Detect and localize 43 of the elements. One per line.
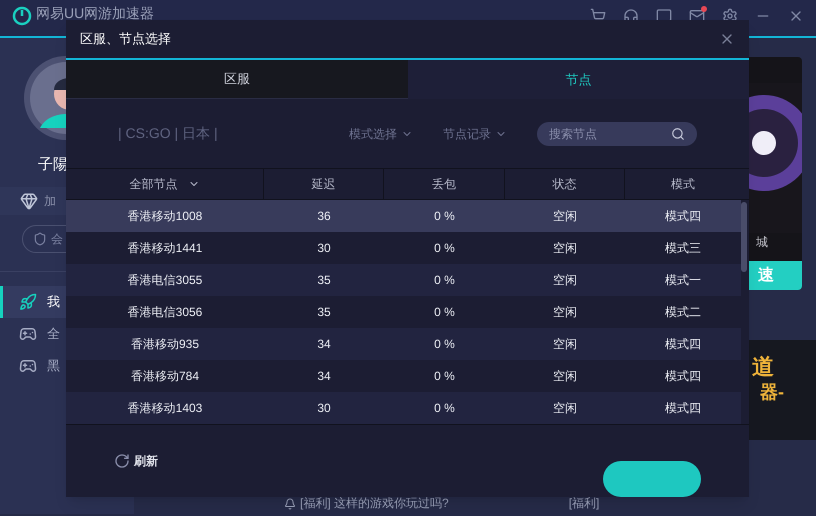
table-cell-text: 空闲 [553,336,577,353]
table-cell-text: 模式四 [665,368,701,385]
table-cell-text: 模式一 [665,272,701,289]
table-cell-text: 空闲 [553,368,577,385]
dialog-title: 区服、节点选择 [80,30,171,48]
table-cell-text: 30 [317,240,331,257]
banner-text: 道 [752,354,774,380]
table-cell-text: 0 % [434,208,455,225]
table-cell-text: 空闲 [553,208,577,225]
table-cell-text: 模式四 [665,336,701,353]
vip-label: 加 [44,192,56,210]
table-cell-text: 空闲 [553,240,577,257]
table-cell-text: 香港移动784 [130,368,200,385]
table-cell-text: 30 [317,400,331,417]
table-cell-text: 35 [317,304,331,321]
table-cell-text: 模式四 [665,208,701,225]
table-cell-text: 0 % [434,368,455,385]
breadcrumb: | CS:GO | 日本 | [118,124,218,144]
table-cell-text: 空闲 [553,304,577,321]
table-cell-text: 36 [317,208,331,225]
app-title: 网易UU网游加速器 [36,6,154,20]
user-name: 子陽 [37,155,69,175]
table-cell-text: 香港移动1403 [128,400,202,417]
table-cell-text: 34 [317,368,331,385]
table-cell-text: 模式二 [665,304,701,321]
table-cell-text: 0 % [434,400,455,417]
table-cell-text: 香港移动1441 [128,240,202,257]
table-cell-text: 0 % [434,272,455,289]
table-cell-text: 香港电信3056 [128,304,202,321]
table-cell-text: 模式四 [665,400,701,417]
banner-text: 器- [760,381,784,404]
table-cell-text: 35 [317,272,331,289]
table-cell-text: 0 % [434,304,455,321]
table-cell-text: 空闲 [553,272,577,289]
table-cell-text: 34 [317,336,331,353]
table-cell-text: 香港电信3055 [128,272,202,289]
table-cell-text: 模式三 [665,240,701,257]
table-cell-text: 0 % [434,336,455,353]
table-cell-text: 空闲 [553,400,577,417]
table-cell-text: 香港移动935 [130,336,200,353]
table-cell-text: 0 % [434,240,455,257]
store-label: 城 [756,234,769,251]
table-cell-text: 香港移动1008 [128,208,202,225]
